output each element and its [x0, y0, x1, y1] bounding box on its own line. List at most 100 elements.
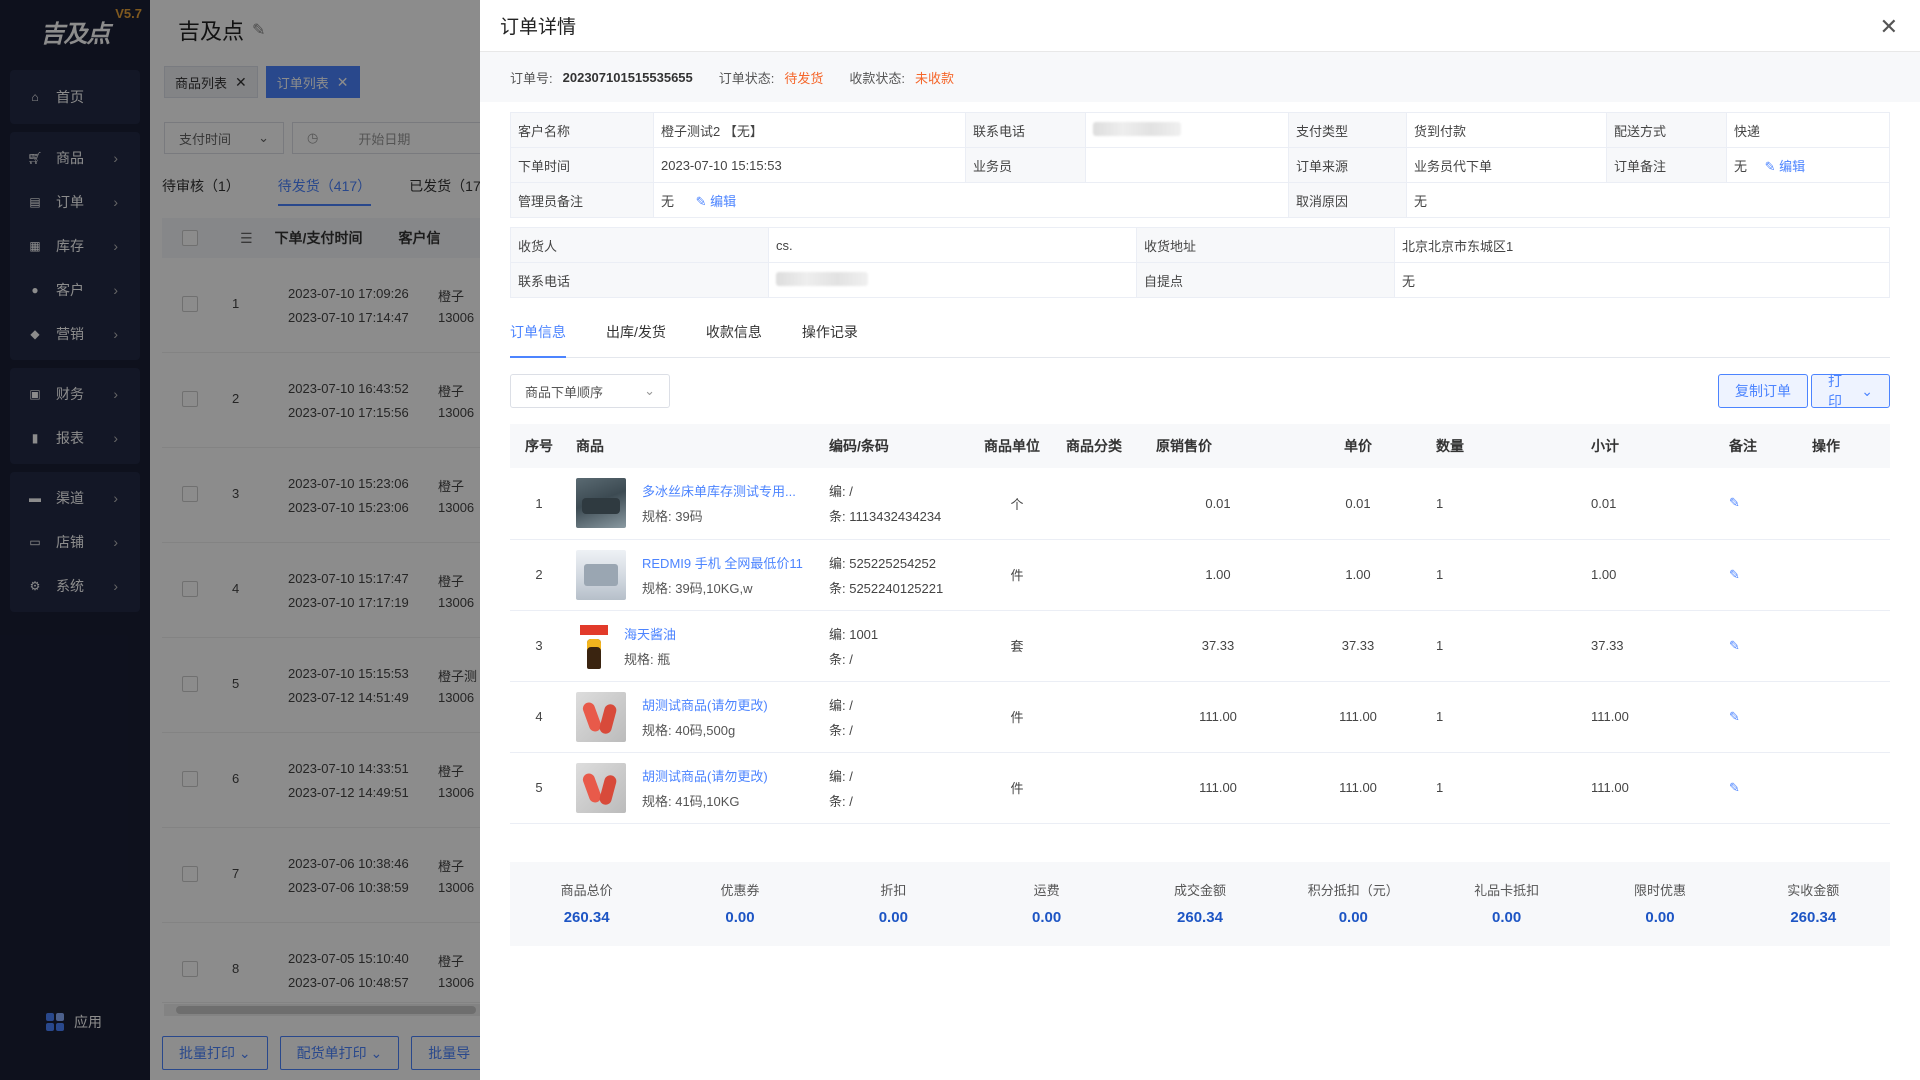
receiver-phone-value	[768, 262, 1137, 298]
admin-remark-text: 无	[661, 193, 675, 209]
unit-cell: 件	[976, 539, 1058, 611]
payment-status-label: 收款状态:	[849, 70, 906, 86]
order-items-table: 序号 商品 编码/条码 商品单位 商品分类 原销售价 单价 数量 小计 备注 操…	[510, 424, 1890, 824]
order-info-table: 客户名称 橙子测试2 【无】 联系电话 支付类型 货到付款 配送方式 快递 下单…	[510, 112, 1890, 218]
product-thumbnail[interactable]	[576, 762, 626, 813]
table-header-row: 序号 商品 编码/条码 商品单位 商品分类 原销售价 单价 数量 小计 备注 操…	[510, 424, 1890, 468]
edit-remark-icon[interactable]: ✎	[1729, 495, 1740, 510]
payment-status: 未收款	[915, 70, 955, 86]
pickup-label: 自提点	[1136, 262, 1395, 298]
action-cell	[1804, 610, 1890, 682]
product-name-link[interactable]: 胡测试商品(请勿更改)	[642, 695, 768, 714]
edit-label: 编辑	[710, 193, 737, 209]
sort-select[interactable]: 商品下单顺序 ⌄	[510, 374, 670, 408]
copy-order-button[interactable]: 复制订单	[1718, 374, 1808, 408]
product-cell: 胡测试商品(请勿更改) 规格: 40码,500g	[568, 681, 821, 753]
paytype-value: 货到付款	[1406, 112, 1607, 148]
summary-value: 0.00	[1492, 909, 1522, 926]
admin-remark-label: 管理员备注	[510, 182, 654, 218]
print-button[interactable]: 打印 ⌄	[1811, 373, 1890, 409]
tab-operation-log[interactable]: 操作记录	[802, 322, 858, 357]
column-header: 小计	[1583, 424, 1721, 468]
product-barcode: 条: 5252240125221	[829, 580, 944, 596]
product-thumbnail[interactable]	[576, 549, 626, 600]
amount-summary: 商品总价 260.34 优惠券 0.00 折扣 0.00 运费 0.00 成交金额 260.34 积…	[510, 862, 1890, 946]
masked-phone	[776, 271, 868, 286]
action-cell	[1804, 681, 1890, 753]
summary-label: 积分抵扣（元）	[1307, 883, 1399, 898]
unit-price: 37.33	[1288, 610, 1428, 682]
edit-admin-remark-link[interactable]: ✎ 编辑	[696, 194, 737, 209]
product-cell: 胡测试商品(请勿更改) 规格: 41码,10KG	[568, 752, 821, 824]
category-cell	[1058, 752, 1148, 824]
close-icon[interactable]: ✕	[1880, 14, 1898, 40]
product-name-link[interactable]: 多冰丝床单库存测试专用...	[642, 481, 796, 500]
edit-remark-icon[interactable]: ✎	[1729, 780, 1740, 795]
summary-value: 0.00	[1645, 909, 1675, 926]
order-status-label: 订单状态:	[718, 70, 775, 86]
product-thumbnail[interactable]	[576, 620, 612, 671]
quantity: 1	[1428, 752, 1583, 824]
summary-label: 礼品卡抵扣	[1474, 883, 1540, 898]
unit-cell: 件	[976, 752, 1058, 824]
product-code: 编: /	[829, 768, 853, 784]
tab-order-info[interactable]: 订单信息	[510, 322, 566, 358]
product-cell: REDMI9 手机 全网最低价11 规格: 39码,10KG,w	[568, 539, 821, 611]
column-header: 商品单位	[976, 424, 1058, 468]
column-header: 操作	[1804, 424, 1890, 468]
summary-cell: 积分抵扣（元） 0.00	[1277, 862, 1430, 946]
remark-text: 无	[1734, 158, 1748, 174]
customer-value: 橙子测试2 【无】	[653, 112, 966, 148]
action-cell	[1804, 539, 1890, 611]
unit-price: 0.01	[1288, 468, 1428, 540]
button-label: 复制订单	[1735, 383, 1791, 399]
product-thumbnail[interactable]	[576, 691, 626, 742]
pencil-icon: ✎	[695, 193, 707, 209]
edit-remark-icon[interactable]: ✎	[1729, 709, 1740, 724]
table-row: 5 胡测试商品(请勿更改) 规格: 41码,10KG 编: / 条: / 件 1…	[510, 752, 1890, 824]
original-price: 0.01	[1148, 468, 1288, 540]
original-price: 1.00	[1148, 539, 1288, 611]
summary-label: 折扣	[880, 883, 907, 898]
action-cell	[1804, 752, 1890, 824]
product-cell: 海天酱油 规格: 瓶	[568, 610, 821, 682]
admin-remark-value: 无 ✎ 编辑	[653, 182, 1289, 218]
summary-label: 运费	[1033, 883, 1060, 898]
subtotal: 37.33	[1583, 610, 1721, 682]
code-cell: 编: / 条: 1113432434234	[821, 468, 976, 540]
subtotal: 1.00	[1583, 539, 1721, 611]
quantity: 1	[1428, 539, 1583, 611]
code-cell: 编: / 条: /	[821, 681, 976, 753]
summary-cell: 限时优惠 0.00	[1583, 862, 1736, 946]
subtotal: 0.01	[1583, 468, 1721, 540]
edit-remark-icon[interactable]: ✎	[1729, 567, 1740, 582]
remark-cell: ✎	[1721, 610, 1804, 682]
order-remark-value: 无 ✎ 编辑	[1726, 147, 1890, 183]
category-cell	[1058, 468, 1148, 540]
column-header: 序号	[510, 424, 568, 468]
pickup-value: 无	[1394, 262, 1890, 298]
summary-cell: 成交金额 260.34	[1123, 862, 1276, 946]
column-header: 备注	[1721, 424, 1804, 468]
product-name-link[interactable]: 胡测试商品(请勿更改)	[642, 766, 768, 785]
column-header: 原销售价	[1148, 424, 1288, 468]
edit-remark-link[interactable]: ✎ 编辑	[1765, 159, 1806, 174]
order-time-value: 2023-07-10 15:15:53	[653, 147, 966, 183]
tab-payment[interactable]: 收款信息	[706, 322, 762, 357]
unit-cell: 套	[976, 610, 1058, 682]
product-thumbnail[interactable]	[576, 478, 626, 529]
product-name-link[interactable]: 海天酱油	[624, 624, 676, 643]
tab-outbound[interactable]: 出库/发货	[606, 322, 666, 357]
source-label: 订单来源	[1288, 147, 1407, 183]
table-row: 3 海天酱油 规格: 瓶 编: 1001 条: / 套 37.33 37.33 …	[510, 610, 1890, 682]
product-spec: 规格: 瓶	[624, 651, 671, 667]
source-value: 业务员代下单	[1406, 147, 1607, 183]
product-name-link[interactable]: REDMI9 手机 全网最低价11	[642, 553, 803, 572]
remark-cell: ✎	[1721, 681, 1804, 753]
edit-remark-icon[interactable]: ✎	[1729, 638, 1740, 653]
action-cell	[1804, 468, 1890, 540]
receiver-phone-label: 联系电话	[510, 262, 769, 298]
original-price: 111.00	[1148, 681, 1288, 753]
summary-label: 成交金额	[1173, 883, 1226, 898]
order-summary-bar: 订单号: 202307101515535655 订单状态: 待发货 收款状态: …	[480, 52, 1920, 102]
